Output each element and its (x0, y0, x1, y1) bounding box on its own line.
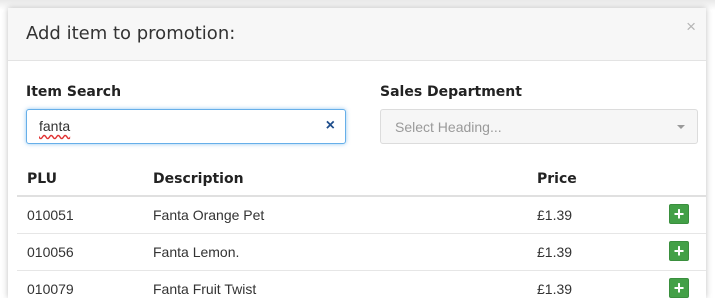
modal-title: Add item to promotion: (26, 23, 236, 44)
add-item-button[interactable]: + (669, 278, 689, 298)
sales-department-label: Sales Department (380, 84, 522, 100)
sales-department-placeholder: Select Heading... (395, 119, 502, 135)
price-header: Price (537, 171, 577, 187)
row-plu: 010051 (27, 207, 74, 223)
table-row: 010079 Fanta Fruit Twist £1.39 + (17, 271, 706, 298)
row-description: Fanta Orange Pet (153, 207, 265, 223)
add-item-button[interactable]: + (669, 241, 689, 261)
add-item-modal: Add item to promotion: × Item Search fan… (8, 8, 706, 298)
table-row: 010051 Fanta Orange Pet £1.39 + (17, 197, 706, 234)
modal-header: Add item to promotion: × (8, 8, 706, 61)
close-icon[interactable]: × (686, 18, 696, 35)
items-table: PLU Description Price 010051 Fanta Orang… (17, 165, 706, 298)
item-search-value: fanta (39, 118, 71, 134)
row-price: £1.39 (537, 207, 573, 223)
sales-department-select[interactable]: Select Heading... (380, 109, 698, 144)
add-item-button[interactable]: + (669, 204, 689, 224)
clear-icon[interactable]: × (326, 117, 335, 135)
row-plu: 010079 (27, 281, 74, 297)
table-row: 010056 Fanta Lemon. £1.39 + (17, 234, 706, 271)
row-plu: 010056 (27, 244, 74, 260)
chevron-down-icon (677, 125, 685, 129)
table-header: PLU Description Price (17, 165, 706, 197)
item-search-input[interactable]: fanta × (26, 109, 346, 144)
item-search-label: Item Search (26, 84, 122, 100)
plu-header: PLU (27, 171, 58, 187)
description-header: Description (153, 171, 244, 187)
row-description: Fanta Lemon. (153, 244, 240, 260)
row-price: £1.39 (537, 244, 573, 260)
row-description: Fanta Fruit Twist (153, 281, 257, 297)
row-price: £1.39 (537, 281, 573, 297)
